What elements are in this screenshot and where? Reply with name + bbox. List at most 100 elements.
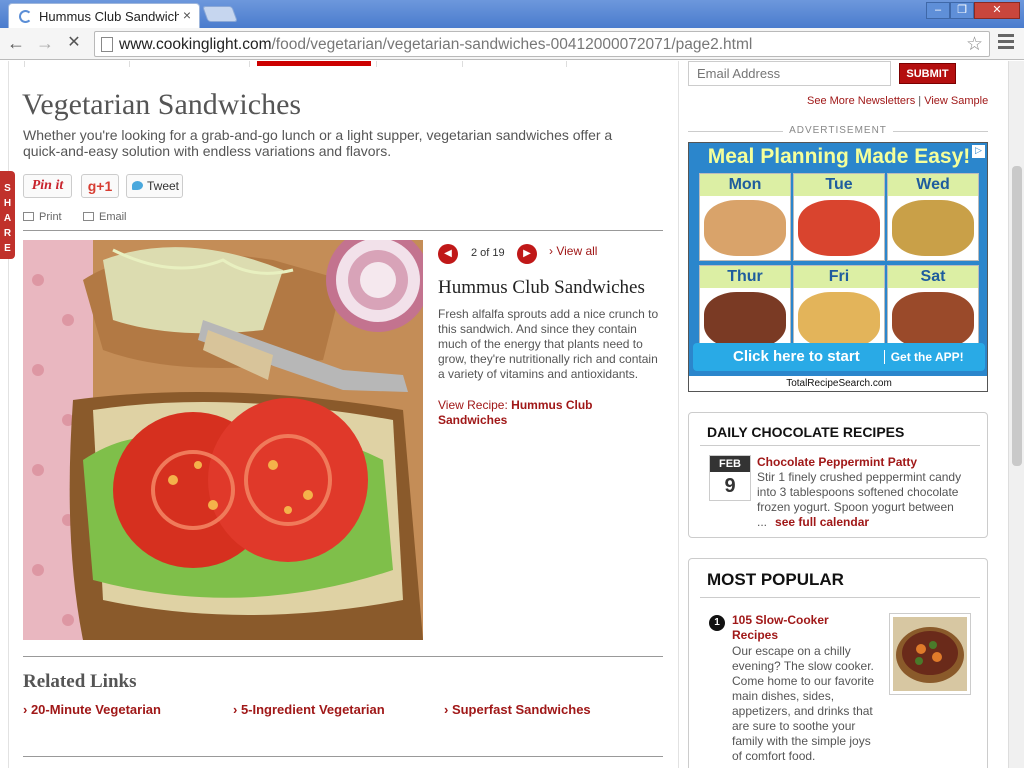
email-link[interactable]: Email — [83, 211, 127, 223]
related-link[interactable]: › 20-Minute Vegetarian — [23, 702, 161, 717]
food-image — [892, 292, 974, 348]
page-intro: Whether you're looking for a grab-and-go… — [23, 127, 613, 159]
maximize-button[interactable]: ❐ — [950, 2, 974, 19]
chocolate-recipe-text: Stir 1 finely crushed peppermint candy i… — [757, 470, 977, 530]
tab-close-icon[interactable]: × — [183, 7, 191, 23]
tweet-button[interactable]: Tweet — [126, 174, 183, 198]
view-recipe: View Recipe: Hummus Club Sandwiches — [438, 398, 638, 428]
browser-tab[interactable]: Hummus Club Sandwiche × — [8, 3, 200, 28]
ad-day-label: Fri — [794, 266, 884, 288]
popular-item-link[interactable]: 105 Slow-Cooker Recipes — [732, 613, 862, 643]
view-recipe-label: View Recipe: — [438, 398, 508, 412]
sandwich-photo[interactable] — [23, 240, 423, 640]
view-sample-link[interactable]: View Sample — [924, 95, 988, 107]
print-link[interactable]: Print — [23, 211, 62, 223]
bookmark-star-icon[interactable]: ☆ — [966, 33, 983, 56]
divider — [700, 445, 980, 446]
sandwich-illustration — [23, 240, 423, 640]
slide-counter: 2 of 19 — [471, 247, 505, 259]
view-all-link[interactable]: › View all — [549, 244, 597, 258]
daily-chocolate-box: DAILY CHOCOLATE RECIPES FEB 9 Chocolate … — [688, 412, 988, 538]
stew-illustration — [893, 617, 967, 691]
newsletter-email-field[interactable] — [688, 61, 891, 86]
ad-day-label: Sat — [888, 266, 978, 288]
stop-button[interactable]: ✕ — [62, 32, 86, 56]
ad-day-label: Thur — [700, 266, 790, 288]
next-slide-button[interactable]: ▶ — [517, 244, 537, 264]
divider — [23, 756, 663, 757]
window-close-button[interactable]: ✕ — [974, 2, 1020, 19]
daily-chocolate-heading: DAILY CHOCOLATE RECIPES — [707, 424, 905, 440]
printer-icon — [23, 212, 34, 221]
ad-day-tile: Tue — [793, 173, 885, 261]
food-image — [892, 200, 974, 256]
slide-description: Fresh alfalfa sprouts add a nice crunch … — [438, 307, 659, 381]
ad-day-label: Wed — [888, 174, 978, 196]
link-separator: | — [918, 95, 922, 107]
full-calendar-link[interactable]: see full calendar — [775, 515, 869, 529]
food-image — [704, 292, 786, 348]
envelope-icon — [83, 212, 94, 221]
ad-day-tile: Mon — [699, 173, 791, 261]
ad-day-label: Mon — [700, 174, 790, 196]
food-image — [704, 200, 786, 256]
ad-cta-label: Click here to start — [733, 348, 860, 365]
calendar-day: 9 — [724, 475, 736, 497]
ad-cta-app-label: Get the APP! — [883, 350, 964, 364]
ad-day-tile: Wed — [887, 173, 979, 261]
forward-button[interactable]: → — [33, 32, 57, 56]
ad-day-tile: Thur — [699, 265, 791, 353]
print-label: Print — [39, 211, 62, 223]
url-text[interactable]: www.cookinglight.com/food/vegetarian/veg… — [119, 36, 752, 54]
vertical-scrollbar[interactable] — [1008, 61, 1024, 768]
advertisement-label: ADVERTISEMENT — [688, 125, 988, 136]
see-more-newsletters-link[interactable]: See More Newsletters — [807, 95, 915, 107]
rank-badge: 1 — [709, 615, 725, 631]
share-tab[interactable]: SHARE — [0, 171, 15, 259]
popular-item-text: Our escape on a chilly evening? The slow… — [732, 644, 875, 763]
section-nav-strip — [14, 61, 574, 67]
page-content: Vegetarian Sandwiches Whether you're loo… — [0, 61, 1008, 768]
chocolate-recipe-link[interactable]: Chocolate Peppermint Patty — [757, 455, 917, 469]
tweet-label: Tweet — [147, 179, 180, 193]
scrollbar-thumb[interactable] — [1012, 166, 1022, 466]
url-path: /food/vegetarian/vegetarian-sandwiches-0… — [271, 36, 753, 53]
divider — [700, 597, 980, 598]
new-tab-button[interactable] — [202, 6, 238, 22]
calendar-month: FEB — [710, 456, 750, 472]
active-section-indicator — [257, 61, 371, 66]
popular-item-thumbnail[interactable] — [889, 613, 971, 695]
prev-slide-button[interactable]: ◀ — [438, 244, 458, 264]
related-link[interactable]: › Superfast Sandwiches — [444, 702, 591, 717]
meal-planning-ad[interactable]: Meal Planning Made Easy! ▷ Mon Tue Wed T… — [688, 142, 988, 392]
email-input[interactable] — [697, 62, 887, 84]
most-popular-heading: MOST POPULAR — [707, 570, 844, 589]
twitter-bird-icon — [132, 181, 143, 190]
divider — [23, 656, 663, 657]
google-plus-button[interactable]: g+1 — [81, 174, 119, 198]
slide-title: Hummus Club Sandwiches — [438, 277, 645, 298]
loading-spinner-icon — [19, 10, 32, 23]
related-links-heading: Related Links — [23, 671, 137, 692]
email-label: Email — [99, 211, 127, 223]
calendar-date-icon: FEB 9 — [709, 455, 751, 501]
food-image — [798, 200, 880, 256]
divider — [23, 230, 663, 231]
newsletter-links: See More Newsletters | View Sample — [807, 95, 988, 107]
related-link[interactable]: › 5-Ingredient Vegetarian — [233, 702, 385, 717]
tab-title: Hummus Club Sandwiche — [39, 9, 179, 24]
newsletter-submit-button[interactable]: SUBMIT — [899, 63, 956, 84]
adchoices-icon[interactable]: ▷ — [972, 145, 985, 158]
most-popular-box: MOST POPULAR 1 105 Slow-Cooker Recipes O… — [688, 558, 988, 768]
address-bar[interactable]: www.cookinglight.com/food/vegetarian/veg… — [94, 31, 990, 57]
page-title: Vegetarian Sandwiches — [22, 88, 302, 121]
back-button[interactable]: ← — [4, 32, 28, 56]
pinit-button[interactable]: Pin it — [23, 174, 72, 198]
browser-toolbar: ← → ✕ www.cookinglight.com/food/vegetari… — [0, 28, 1024, 60]
ad-cta-button[interactable]: Click here to start Get the APP! — [693, 343, 985, 371]
browser-menu-icon[interactable] — [998, 34, 1014, 52]
minimize-button[interactable]: ‒ — [926, 2, 950, 19]
ad-day-label: Tue — [794, 174, 884, 196]
ad-headline: Meal Planning Made Easy! — [707, 145, 971, 168]
ad-footer: TotalRecipeSearch.com — [689, 376, 987, 391]
